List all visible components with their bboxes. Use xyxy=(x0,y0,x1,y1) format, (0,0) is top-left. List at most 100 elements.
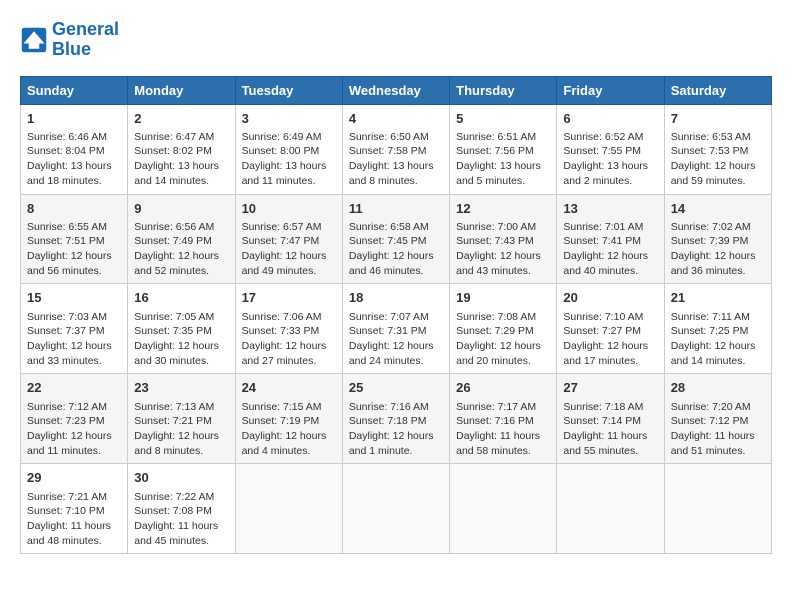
day-number: 18 xyxy=(349,289,443,307)
cell-line: and 27 minutes. xyxy=(242,354,336,369)
cell-line: Daylight: 12 hours xyxy=(134,429,228,444)
cell-line: Sunrise: 6:49 AM xyxy=(242,130,336,145)
cell-line: Daylight: 11 hours xyxy=(27,519,121,534)
cell-line: Sunrise: 7:12 AM xyxy=(27,400,121,415)
day-number: 28 xyxy=(671,379,765,397)
cell-line: Daylight: 13 hours xyxy=(563,159,657,174)
cell-line: Sunset: 7:10 PM xyxy=(27,504,121,519)
cell-line: Sunrise: 7:13 AM xyxy=(134,400,228,415)
cell-line: Sunset: 7:29 PM xyxy=(456,324,550,339)
calendar-cell: 24Sunrise: 7:15 AMSunset: 7:19 PMDayligh… xyxy=(235,374,342,464)
day-number: 10 xyxy=(242,200,336,218)
cell-line: Sunset: 7:58 PM xyxy=(349,144,443,159)
cell-line: Daylight: 12 hours xyxy=(242,249,336,264)
cell-line: and 45 minutes. xyxy=(134,534,228,549)
cell-line: Sunset: 7:37 PM xyxy=(27,324,121,339)
calendar-cell: 2Sunrise: 6:47 AMSunset: 8:02 PMDaylight… xyxy=(128,104,235,194)
day-number: 30 xyxy=(134,469,228,487)
cell-line: and 59 minutes. xyxy=(671,174,765,189)
cell-line: Daylight: 12 hours xyxy=(134,339,228,354)
cell-line: Sunset: 7:31 PM xyxy=(349,324,443,339)
cell-line: Sunset: 7:12 PM xyxy=(671,414,765,429)
cell-line: Daylight: 12 hours xyxy=(349,429,443,444)
cell-line: Sunset: 7:51 PM xyxy=(27,234,121,249)
week-row-4: 22Sunrise: 7:12 AMSunset: 7:23 PMDayligh… xyxy=(21,374,772,464)
calendar-cell: 14Sunrise: 7:02 AMSunset: 7:39 PMDayligh… xyxy=(664,194,771,284)
cell-line: and 36 minutes. xyxy=(671,264,765,279)
day-number: 26 xyxy=(456,379,550,397)
cell-line: Sunset: 7:45 PM xyxy=(349,234,443,249)
cell-line: Sunset: 7:27 PM xyxy=(563,324,657,339)
calendar-cell: 8Sunrise: 6:55 AMSunset: 7:51 PMDaylight… xyxy=(21,194,128,284)
cell-line: Sunset: 7:49 PM xyxy=(134,234,228,249)
calendar-cell: 28Sunrise: 7:20 AMSunset: 7:12 PMDayligh… xyxy=(664,374,771,464)
calendar-cell: 18Sunrise: 7:07 AMSunset: 7:31 PMDayligh… xyxy=(342,284,449,374)
cell-line: Sunrise: 7:21 AM xyxy=(27,490,121,505)
cell-line: Sunset: 7:19 PM xyxy=(242,414,336,429)
col-header-monday: Monday xyxy=(128,76,235,104)
cell-line: Sunset: 7:16 PM xyxy=(456,414,550,429)
cell-line: Daylight: 13 hours xyxy=(242,159,336,174)
cell-line: Sunset: 7:55 PM xyxy=(563,144,657,159)
day-number: 15 xyxy=(27,289,121,307)
cell-line: Daylight: 11 hours xyxy=(456,429,550,444)
cell-line: and 48 minutes. xyxy=(27,534,121,549)
day-number: 22 xyxy=(27,379,121,397)
week-row-5: 29 Sunrise: 7:21 AMSunset: 7:10 PMDayligh… xyxy=(21,464,772,554)
cell-line: Sunset: 7:53 PM xyxy=(671,144,765,159)
cell-line: Sunrise: 7:22 AM xyxy=(134,490,228,505)
page-header: General Blue xyxy=(20,20,772,60)
calendar-cell: 23Sunrise: 7:13 AMSunset: 7:21 PMDayligh… xyxy=(128,374,235,464)
day-number: 29 xyxy=(27,469,121,487)
cell-line: and 18 minutes. xyxy=(27,174,121,189)
cell-line: Sunrise: 6:56 AM xyxy=(134,220,228,235)
col-header-friday: Friday xyxy=(557,76,664,104)
day-number: 11 xyxy=(349,200,443,218)
col-header-saturday: Saturday xyxy=(664,76,771,104)
cell-line: Sunrise: 7:17 AM xyxy=(456,400,550,415)
cell-line: and 17 minutes. xyxy=(563,354,657,369)
cell-line: and 1 minute. xyxy=(349,444,443,459)
cell-line: Sunrise: 6:50 AM xyxy=(349,130,443,145)
cell-line: and 2 minutes. xyxy=(563,174,657,189)
day-number: 20 xyxy=(563,289,657,307)
day-number: 2 xyxy=(134,110,228,128)
cell-line: Sunset: 7:18 PM xyxy=(349,414,443,429)
cell-line: Daylight: 12 hours xyxy=(563,339,657,354)
calendar-cell: 4Sunrise: 6:50 AMSunset: 7:58 PMDaylight… xyxy=(342,104,449,194)
cell-line: and 30 minutes. xyxy=(134,354,228,369)
calendar-cell: 1Sunrise: 6:46 AMSunset: 8:04 PMDaylight… xyxy=(21,104,128,194)
cell-line: Sunset: 7:41 PM xyxy=(563,234,657,249)
cell-line: and 24 minutes. xyxy=(349,354,443,369)
calendar-cell xyxy=(342,464,449,554)
calendar-cell: 27Sunrise: 7:18 AMSunset: 7:14 PMDayligh… xyxy=(557,374,664,464)
cell-line: Daylight: 11 hours xyxy=(671,429,765,444)
cell-line: Sunrise: 7:11 AM xyxy=(671,310,765,325)
col-header-wednesday: Wednesday xyxy=(342,76,449,104)
calendar-cell: 16Sunrise: 7:05 AMSunset: 7:35 PMDayligh… xyxy=(128,284,235,374)
calendar-cell: 21Sunrise: 7:11 AMSunset: 7:25 PMDayligh… xyxy=(664,284,771,374)
cell-line: Daylight: 11 hours xyxy=(563,429,657,444)
cell-line: Sunrise: 7:01 AM xyxy=(563,220,657,235)
cell-line: Sunrise: 6:51 AM xyxy=(456,130,550,145)
col-header-tuesday: Tuesday xyxy=(235,76,342,104)
cell-line: Daylight: 12 hours xyxy=(671,339,765,354)
cell-line: Sunset: 8:04 PM xyxy=(27,144,121,159)
cell-line: and 5 minutes. xyxy=(456,174,550,189)
day-number: 19 xyxy=(456,289,550,307)
day-number: 9 xyxy=(134,200,228,218)
day-number: 7 xyxy=(671,110,765,128)
cell-line: Daylight: 12 hours xyxy=(27,249,121,264)
col-header-thursday: Thursday xyxy=(450,76,557,104)
cell-line: and 55 minutes. xyxy=(563,444,657,459)
cell-line: Sunrise: 7:16 AM xyxy=(349,400,443,415)
cell-line: Sunrise: 7:10 AM xyxy=(563,310,657,325)
cell-line: Daylight: 12 hours xyxy=(134,249,228,264)
cell-line: Sunrise: 7:02 AM xyxy=(671,220,765,235)
cell-line: and 40 minutes. xyxy=(563,264,657,279)
cell-line: and 33 minutes. xyxy=(27,354,121,369)
calendar-cell: 15Sunrise: 7:03 AMSunset: 7:37 PMDayligh… xyxy=(21,284,128,374)
calendar-cell: 22Sunrise: 7:12 AMSunset: 7:23 PMDayligh… xyxy=(21,374,128,464)
cell-line: Sunrise: 7:06 AM xyxy=(242,310,336,325)
col-header-sunday: Sunday xyxy=(21,76,128,104)
